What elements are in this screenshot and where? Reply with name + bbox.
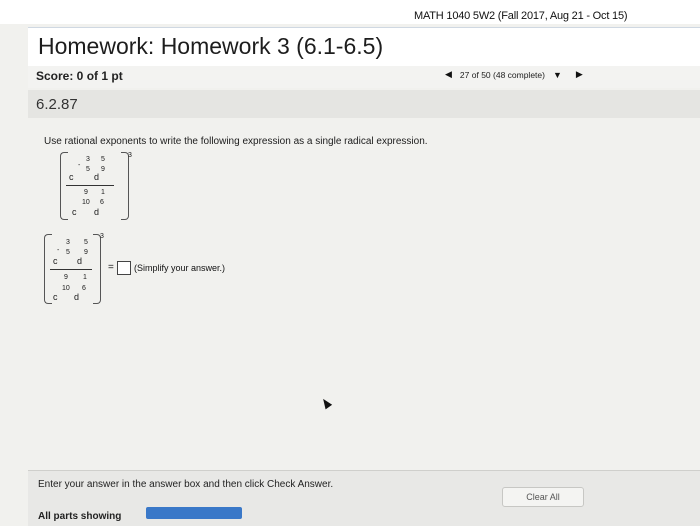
title-row: Homework: Homework 3 (6.1-6.5): [28, 27, 700, 66]
footer-bar: Enter your answer in the answer box and …: [28, 470, 700, 526]
answer-input[interactable]: [117, 261, 131, 275]
question-id: 6.2.87: [36, 96, 78, 113]
footer-instruction: Enter your answer in the answer box and …: [38, 479, 334, 490]
right-paren: [93, 234, 101, 304]
next-question-icon[interactable]: ▶: [576, 69, 583, 80]
simplify-hint: (Simplify your answer.): [134, 263, 226, 273]
fraction-bar: [66, 185, 114, 186]
clear-all-button[interactable]: Clear All: [502, 487, 584, 507]
top-bar: MATH 1040 5W2 (Fall 2017, Aug 21 - Oct 1…: [0, 0, 700, 24]
question-dropdown-icon[interactable]: ▼: [553, 70, 562, 80]
question-count: 27 of 50 (48 complete): [459, 69, 545, 80]
equals-sign: =: [108, 262, 114, 273]
right-paren: [121, 152, 129, 220]
question-instruction: Use rational exponents to write the foll…: [44, 136, 428, 147]
fraction-bar: [50, 269, 92, 270]
outer-exponent: 3: [128, 152, 132, 159]
score-row: Score: 0 of 1 pt: [28, 66, 700, 88]
prev-question-icon[interactable]: ◀: [445, 69, 452, 80]
course-name: MATH 1040 5W2 (Fall 2017, Aug 21 - Oct 1…: [414, 10, 628, 22]
mouse-cursor-icon: [319, 396, 333, 410]
outer-exponent: 3: [100, 233, 104, 240]
left-paren: [60, 152, 68, 220]
parts-progress-bar: [146, 507, 242, 519]
question-pager: ◀ 27 of 50 (48 complete) ▼ ▶: [445, 69, 583, 80]
parts-showing-label: All parts showing: [38, 511, 122, 522]
question-id-row: 6.2.87: [28, 90, 700, 118]
score-label: Score: 0 of 1 pt: [36, 69, 123, 83]
homework-title: Homework: Homework 3 (6.1-6.5): [38, 33, 384, 59]
